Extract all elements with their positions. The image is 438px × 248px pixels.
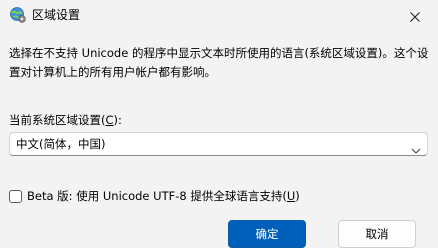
description-text: 选择在不支持 Unicode 的程序中显示文本时所使用的语言(系统区域设置)。这… (9, 46, 429, 79)
dialog-content: 选择在不支持 Unicode 的程序中显示文本时所使用的语言(系统区域设置)。这… (0, 32, 438, 248)
locale-label: 当前系统区域设置(C): (9, 112, 122, 128)
window-title: 区域设置 (32, 8, 81, 22)
locale-label-accesskey: C (105, 113, 114, 127)
title-bar: 区域设置 (0, 0, 438, 32)
locale-dropdown[interactable]: 中文(简体，中国) (9, 132, 428, 156)
locale-selected-value: 中文(简体，中国) (16, 137, 106, 151)
close-icon (410, 7, 420, 26)
close-button[interactable] (392, 0, 438, 32)
ok-button[interactable]: 确定 (228, 220, 306, 248)
beta-utf8-checkbox[interactable] (9, 189, 22, 203)
locale-label-suffix: ): (113, 113, 122, 127)
beta-label-accesskey: U (286, 189, 296, 203)
locale-label-prefix: 当前系统区域设置( (9, 113, 106, 127)
beta-utf8-label: Beta 版: 使用 Unicode UTF-8 提供全球语言支持(U) (27, 188, 300, 204)
beta-utf8-option[interactable]: Beta 版: 使用 Unicode UTF-8 提供全球语言支持(U) (9, 188, 300, 204)
chevron-down-icon (411, 140, 421, 154)
beta-label-suffix: ) (295, 189, 300, 203)
cancel-button[interactable]: 取消 (338, 220, 416, 248)
beta-label-prefix: Beta 版: 使用 Unicode UTF-8 提供全球语言支持( (27, 189, 287, 203)
globe-settings-icon (9, 6, 27, 24)
